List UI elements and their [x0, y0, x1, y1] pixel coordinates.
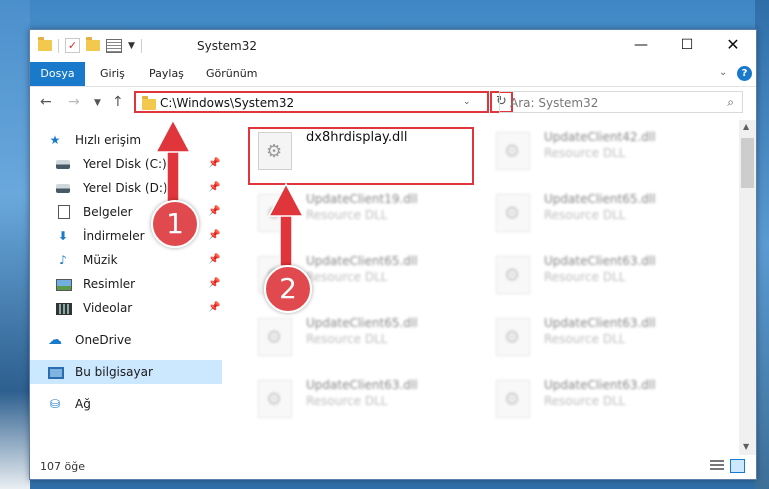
document-icon — [58, 205, 70, 219]
tab-file[interactable]: Dosya — [30, 62, 85, 86]
address-path[interactable]: C:\Windows\System32 — [160, 96, 294, 110]
toolbar-divider — [58, 38, 59, 53]
computer-icon — [48, 367, 64, 379]
quick-access-toolbar: ✓ ▼ — [38, 37, 142, 53]
large-icons-view-icon[interactable] — [730, 459, 745, 473]
up-arrow-icon[interactable]: ↑ — [112, 94, 124, 110]
sidebar-item-videos[interactable]: Videolar 📌 — [30, 296, 222, 320]
file-item[interactable]: UpdateClient42.dll Resource DLL — [486, 124, 716, 176]
minimize-button[interactable]: — — [618, 30, 664, 60]
music-note-icon: ♪ — [59, 253, 67, 267]
help-button[interactable]: ? — [737, 66, 752, 81]
drive-icon — [56, 184, 70, 193]
window-title: System32 — [197, 39, 258, 53]
tab-share[interactable]: Paylaş — [149, 62, 184, 86]
file-item[interactable]: UpdateClient19.dll Resource DLL — [248, 186, 478, 238]
ribbon-tabs: Dosya Giriş Paylaş Görünüm ⌄ ? — [30, 62, 756, 87]
file-item[interactable]: UpdateClient65.dll Resource DLL — [248, 310, 478, 362]
title-bar: ✓ ▼ System32 — ☐ ✕ — [30, 30, 756, 62]
cloud-icon: ☁ — [48, 332, 62, 348]
toolbar-divider — [140, 38, 142, 53]
film-icon — [56, 303, 72, 315]
file-explorer-window: ✓ ▼ System32 — ☐ ✕ Dosya Giriş Paylaş Gö… — [29, 29, 757, 480]
recent-locations-chevron-icon[interactable]: ▼ — [94, 98, 101, 108]
sidebar-item-music[interactable]: ♪ Müzik 📌 — [30, 248, 222, 272]
customize-toolbar-chevron-icon[interactable]: ▼ — [128, 41, 135, 51]
vertical-scrollbar[interactable]: ▲ ▼ — [739, 120, 756, 455]
picture-icon — [56, 279, 72, 291]
folder-icon — [142, 96, 156, 110]
dll-gear-icon — [496, 256, 530, 294]
file-item[interactable]: UpdateClient63.dll Resource DLL — [486, 248, 716, 300]
pin-icon[interactable]: 📌 — [208, 224, 220, 248]
star-icon: ★ — [49, 133, 61, 147]
pin-icon[interactable]: 📌 — [208, 296, 220, 320]
network-icon: ⛁ — [49, 397, 61, 411]
folder-icon — [38, 37, 52, 51]
dll-gear-icon — [496, 194, 530, 232]
details-view-icon[interactable] — [710, 460, 724, 472]
file-item[interactable]: UpdateClient63.dll Resource DLL — [486, 310, 716, 362]
navigation-bar: ← → ▼ ↑ C:\Windows\System32 ⌄ ↻ Ara: Sys… — [30, 87, 756, 119]
pin-icon[interactable]: 📌 — [208, 200, 220, 224]
pin-icon[interactable]: 📌 — [208, 152, 220, 176]
navigation-pane: ★ Hızlı erişim Yerel Disk (C:) 📌 Yerel D… — [30, 120, 222, 455]
sidebar-item-local-disk-c[interactable]: Yerel Disk (C:) 📌 — [30, 152, 222, 176]
address-bar[interactable]: C:\Windows\System32 ⌄ — [134, 91, 489, 113]
annotation-badge-2: 2 — [264, 265, 312, 313]
search-input[interactable]: Ara: System32 — [510, 96, 598, 110]
sidebar-item-pictures[interactable]: Resimler 📌 — [30, 272, 222, 296]
drive-icon — [56, 160, 70, 169]
properties-check-icon[interactable]: ✓ — [65, 38, 80, 53]
pin-icon[interactable]: 📌 — [208, 248, 220, 272]
sidebar-item-network[interactable]: ⛁ Ağ — [30, 392, 222, 416]
file-item[interactable]: UpdateClient63.dll Resource DLL — [248, 372, 478, 424]
scroll-down-icon[interactable]: ▼ — [743, 442, 749, 451]
desktop-background-right — [755, 0, 769, 489]
download-arrow-icon: ⬇ — [57, 229, 69, 243]
tab-view[interactable]: Görünüm — [206, 62, 257, 86]
close-button[interactable]: ✕ — [710, 30, 756, 60]
status-bar: 107 öğe — [30, 455, 756, 479]
annotation-badge-1: 1 — [151, 200, 199, 248]
dll-gear-icon — [496, 132, 530, 170]
tab-home[interactable]: Giriş — [100, 62, 125, 86]
dll-gear-icon — [496, 380, 530, 418]
file-highlight-box — [248, 127, 474, 185]
pin-icon[interactable]: 📌 — [208, 272, 220, 296]
dll-gear-icon — [258, 318, 292, 356]
scroll-thumb[interactable] — [741, 138, 754, 188]
sidebar-item-this-pc[interactable]: Bu bilgisayar — [30, 360, 222, 384]
search-icon: ⌕ — [727, 95, 734, 109]
search-box[interactable]: Ara: System32 ⌕ — [499, 91, 743, 113]
item-count: 107 öğe — [40, 460, 85, 473]
sidebar-item-local-disk-d[interactable]: Yerel Disk (D:) 📌 — [30, 176, 222, 200]
dll-gear-icon — [496, 318, 530, 356]
file-item[interactable]: UpdateClient65.dll Resource DLL — [486, 186, 716, 238]
file-item[interactable]: UpdateClient63.dll Resource DLL — [486, 372, 716, 424]
maximize-button[interactable]: ☐ — [664, 30, 710, 60]
expand-ribbon-chevron-icon[interactable]: ⌄ — [719, 67, 727, 78]
dll-gear-icon — [258, 380, 292, 418]
pin-icon[interactable]: 📌 — [208, 176, 220, 200]
desktop-background-left — [0, 0, 30, 489]
forward-arrow-icon[interactable]: → — [68, 94, 80, 110]
sidebar-item-quick-access[interactable]: ★ Hızlı erişim — [30, 128, 222, 152]
address-dropdown-chevron-icon[interactable]: ⌄ — [463, 97, 471, 107]
properties-list-icon[interactable] — [106, 38, 122, 53]
dll-gear-icon — [258, 194, 292, 232]
sidebar-item-onedrive[interactable]: ☁ OneDrive — [30, 328, 222, 352]
new-folder-icon[interactable] — [86, 37, 100, 51]
back-arrow-icon[interactable]: ← — [40, 94, 52, 110]
scroll-up-icon[interactable]: ▲ — [743, 122, 749, 131]
